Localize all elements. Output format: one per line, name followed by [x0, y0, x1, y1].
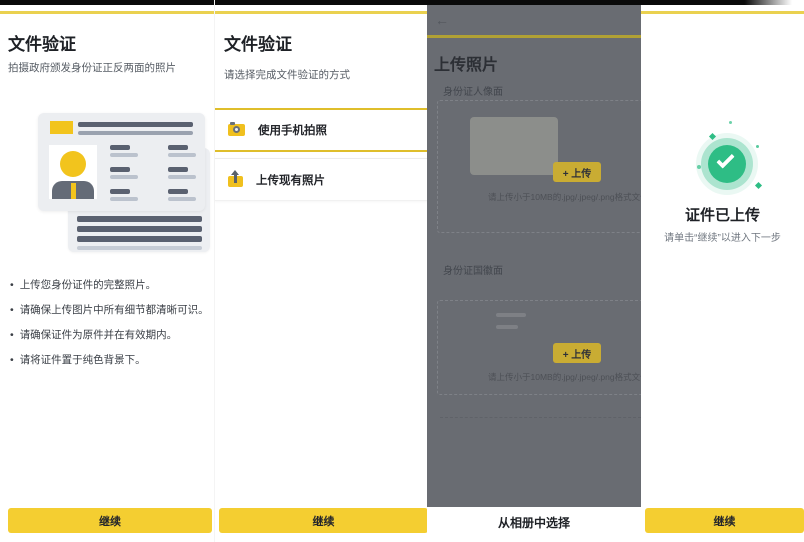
front-side-dropzone[interactable]: + 上传 请上传小于10MB的.jpg/.jpeg/.png格式文件	[437, 100, 641, 233]
card-portrait-graphic	[49, 145, 97, 199]
page-subtitle: 请选择完成文件验证的方式	[224, 67, 350, 82]
file-format-hint: 请上传小于10MB的.jpg/.jpeg/.png格式文件	[488, 371, 641, 383]
continue-button[interactable]: 继续	[8, 508, 212, 533]
panel-upload-photos-overlay: ← 上传照片 身份证人像面 + 上传 请上传小于10MB的.jpg/.jpeg/…	[427, 5, 641, 507]
option-upload-existing[interactable]: 上传现有照片	[215, 158, 428, 201]
guideline-text: 上传您身份证件的完整照片。	[20, 279, 157, 291]
camera-icon	[228, 124, 245, 136]
option-label: 上传现有照片	[256, 172, 325, 188]
continue-button[interactable]: 继续	[219, 508, 428, 533]
guideline-text: 请确保证件为原件并在有效期内。	[20, 329, 178, 341]
guideline-text: 请将证件置于纯色背景下。	[20, 354, 146, 366]
list-item: • 请确保证件为原件并在有效期内。	[10, 329, 210, 341]
bullet-icon: •	[10, 304, 14, 316]
list-item: • 请确保上传图片中所有细节都清晰可识。	[10, 304, 210, 316]
sparkle-icon	[729, 121, 732, 124]
back-side-dropzone[interactable]: + 上传 请上传小于10MB的.jpg/.jpeg/.png格式文件	[437, 300, 641, 395]
bullet-icon: •	[10, 329, 14, 341]
upload-back-button[interactable]: + 上传	[553, 343, 601, 363]
bullet-icon: •	[10, 354, 14, 366]
dashed-divider	[440, 417, 641, 418]
list-item: • 上传您身份证件的完整照片。	[10, 279, 210, 291]
page-subtitle: 拍摄政府颁发身份证正反两面的照片	[8, 60, 176, 75]
page-title: 文件验证	[224, 30, 292, 55]
upload-icon	[228, 176, 243, 187]
card-flag-graphic	[50, 121, 73, 134]
list-item: • 请将证件置于纯色背景下。	[10, 354, 210, 366]
id-card-illustration	[28, 110, 215, 256]
bullet-icon: •	[10, 279, 14, 291]
panel-upload-success: 证件已上传 请单击“继续”以进入下一步 继续	[641, 0, 804, 542]
sparkle-icon	[709, 133, 716, 140]
success-title: 证件已上传	[641, 204, 804, 225]
album-button-label: 从相册中选择	[498, 514, 570, 542]
success-check-icon	[708, 145, 746, 183]
choose-from-album-button[interactable]: 从相册中选择	[427, 507, 641, 542]
continue-button[interactable]: 继续	[645, 508, 804, 533]
id-card-front-graphic	[38, 113, 205, 211]
sparkle-icon	[755, 182, 762, 189]
upload-front-button[interactable]: + 上传	[553, 162, 601, 182]
panel-verification-method: 文件验证 请选择完成文件验证的方式 使用手机拍照 上传现有照片 继续	[214, 0, 427, 542]
front-side-label: 身份证人像面	[443, 83, 503, 98]
overlay-yellow-line	[427, 35, 641, 38]
page-title: 文件验证	[8, 30, 76, 55]
upload-title: 上传照片	[434, 51, 498, 75]
back-arrow-icon[interactable]: ←	[435, 12, 449, 28]
panel-document-intro: 文件验证 拍摄政府颁发身份证正反两面的照片	[0, 0, 214, 542]
option-take-photo[interactable]: 使用手机拍照	[215, 108, 428, 152]
sparkle-icon	[697, 165, 701, 169]
sample-photo-ghost	[470, 117, 558, 175]
sparkle-icon	[756, 145, 759, 148]
success-subtitle: 请单击“继续”以进入下一步	[641, 229, 804, 244]
option-label: 使用手机拍照	[258, 122, 327, 138]
guideline-text: 请确保上传图片中所有细节都清晰可识。	[20, 304, 209, 316]
kyc-verification-screens: 文件验证 拍摄政府颁发身份证正反两面的照片	[0, 0, 804, 542]
guideline-list: • 上传您身份证件的完整照片。 • 请确保上传图片中所有细节都清晰可识。 • 请…	[10, 279, 210, 379]
back-side-label: 身份证国徽面	[443, 262, 503, 277]
file-format-hint: 请上传小于10MB的.jpg/.jpeg/.png格式文件	[488, 191, 641, 203]
